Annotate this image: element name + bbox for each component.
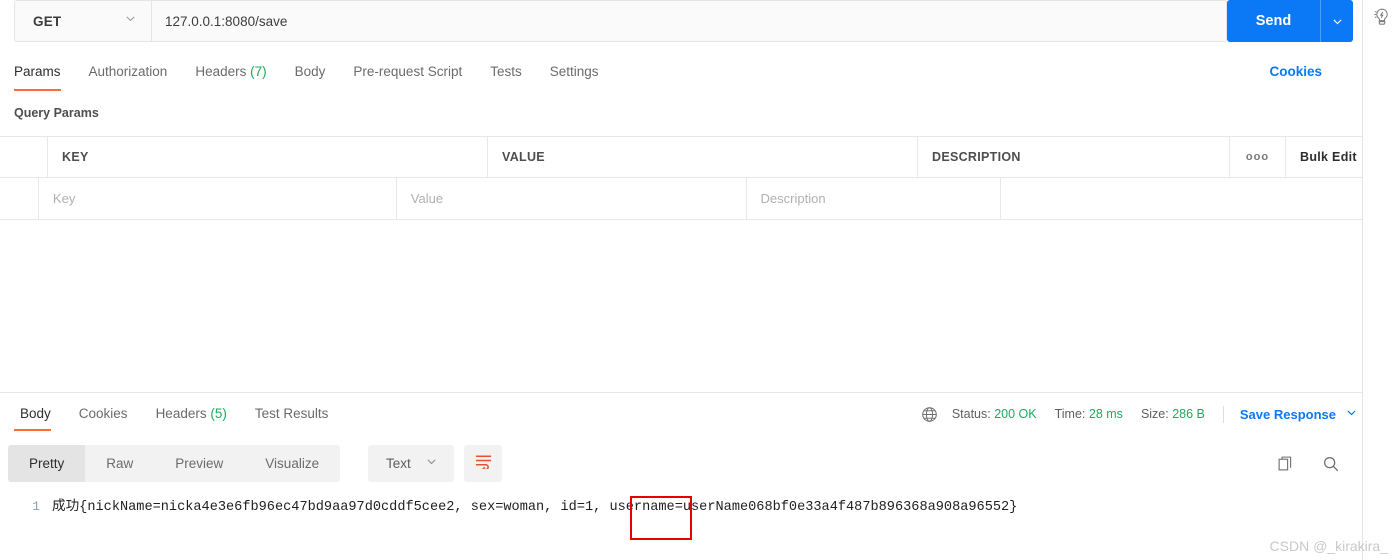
- response-tablist: Body Cookies Headers (5) Test Results: [6, 400, 343, 431]
- time-badge: Time: 28 ms: [1055, 407, 1123, 421]
- query-params-title: Query Params: [14, 106, 99, 120]
- globe-icon: [921, 406, 938, 423]
- right-sidebar-rail: [1362, 0, 1400, 560]
- column-header-value: VALUE: [488, 137, 918, 177]
- send-button-group: Send: [1227, 0, 1353, 42]
- tab-params[interactable]: Params: [14, 56, 75, 91]
- tab-headers[interactable]: Headers (7): [181, 56, 280, 88]
- view-mode-raw[interactable]: Raw: [85, 445, 154, 482]
- code-segment-highlighted: id=1,: [560, 500, 610, 515]
- response-body-tools: [1277, 445, 1340, 482]
- status-label: Status:: [951, 407, 991, 421]
- tab-label: Authorization: [88, 64, 168, 79]
- tab-label: Body: [294, 64, 326, 79]
- url-bar: GET 127.0.0.1:8080/save Send: [14, 0, 1353, 42]
- tab-tests[interactable]: Tests: [476, 56, 536, 88]
- meta-divider: [1222, 405, 1224, 423]
- tab-label: Headers: [155, 406, 207, 421]
- send-options-button[interactable]: [1320, 0, 1353, 42]
- tab-body[interactable]: Body: [281, 56, 340, 88]
- size-badge: Size: 286 B: [1141, 407, 1205, 421]
- column-header-key: KEY: [48, 137, 488, 177]
- time-value: 28 ms: [1088, 407, 1123, 421]
- tab-settings[interactable]: Settings: [536, 56, 613, 88]
- size-value: 286 B: [1172, 407, 1205, 421]
- watermark: CSDN @_kirakira_: [1269, 538, 1388, 554]
- size-label: Size:: [1140, 407, 1169, 421]
- table-header-row: KEY VALUE DESCRIPTION ooo Bulk Edit: [0, 137, 1362, 178]
- row-checkbox-cell[interactable]: [0, 178, 39, 219]
- tab-label: Settings: [549, 64, 599, 79]
- response-tab-headers[interactable]: Headers (5): [142, 400, 241, 428]
- response-meta: Status: 200 OK Time: 28 ms Size: 286 B S…: [921, 402, 1358, 426]
- chevron-down-icon: [124, 12, 137, 30]
- description-input[interactable]: Description: [747, 178, 1002, 219]
- response-body-toolbar: Pretty Raw Preview Visualize Text: [0, 445, 1362, 483]
- request-tablist: Params Authorization Headers (7) Body Pr…: [14, 56, 613, 91]
- bulk-edit-label: Bulk Edit: [1300, 150, 1357, 164]
- tab-label: Cookies: [78, 406, 128, 421]
- more-options-button[interactable]: ooo: [1230, 137, 1286, 177]
- tab-pre-request-script[interactable]: Pre-request Script: [339, 56, 476, 88]
- response-tab-test-results[interactable]: Test Results: [241, 400, 343, 428]
- lightbulb-icon[interactable]: [1371, 6, 1393, 28]
- tab-count: (5): [210, 406, 227, 421]
- save-response-button[interactable]: Save Response: [1240, 406, 1358, 422]
- view-mode-pretty[interactable]: Pretty: [8, 445, 86, 482]
- column-header-description: DESCRIPTION: [918, 137, 1230, 177]
- select-all-cell[interactable]: [0, 137, 48, 177]
- url-text: 127.0.0.1:8080/save: [165, 13, 288, 29]
- tab-count: (7): [250, 64, 267, 79]
- response-tab-body[interactable]: Body: [6, 400, 65, 431]
- row-trailing-cell: [1001, 178, 1362, 219]
- query-params-table: KEY VALUE DESCRIPTION ooo Bulk Edit Key …: [0, 136, 1362, 220]
- line-number: 1: [32, 499, 40, 514]
- http-method-label: GET: [33, 13, 62, 29]
- tab-label: Tests: [490, 64, 522, 79]
- cookies-link[interactable]: Cookies: [1269, 56, 1322, 88]
- view-mode-visualize[interactable]: Visualize: [244, 445, 340, 482]
- format-label: Text: [386, 456, 411, 471]
- postman-request-response-pane: GET 127.0.0.1:8080/save Send Params Auth…: [0, 0, 1400, 560]
- word-wrap-button[interactable]: [464, 445, 502, 482]
- response-section-divider: [0, 392, 1362, 393]
- value-input[interactable]: Value: [397, 178, 747, 219]
- url-input[interactable]: 127.0.0.1:8080/save: [151, 0, 1227, 42]
- http-method-select[interactable]: GET: [14, 0, 151, 42]
- time-label: Time:: [1054, 407, 1086, 421]
- chevron-down-icon: [425, 455, 438, 473]
- bulk-edit-button[interactable]: Bulk Edit: [1286, 137, 1362, 177]
- table-row: Key Value Description: [0, 178, 1362, 219]
- tab-label: Body: [20, 406, 51, 421]
- tab-label: Test Results: [254, 406, 329, 421]
- status-badge: Status: 200 OK: [952, 407, 1037, 421]
- format-select[interactable]: Text: [368, 445, 454, 482]
- tab-authorization[interactable]: Authorization: [75, 56, 182, 88]
- copy-icon[interactable]: [1277, 455, 1294, 472]
- code-line: 1 成功{nickName=nicka4e3e6fb96ec47bd9aa97d…: [0, 494, 1362, 520]
- request-tabs: Params Authorization Headers (7) Body Pr…: [0, 56, 1362, 94]
- save-response-label: Save Response: [1239, 406, 1336, 422]
- tab-label: Params: [14, 64, 61, 79]
- ellipsis-icon: ooo: [1245, 151, 1270, 163]
- tab-label: Pre-request Script: [353, 64, 463, 79]
- response-tab-cookies[interactable]: Cookies: [65, 400, 142, 428]
- status-value: 200 OK: [994, 407, 1037, 421]
- code-segment-before: 成功{nickName=nicka4e3e6fb96ec47bd9aa97d0c…: [52, 500, 561, 515]
- word-wrap-icon: [474, 453, 493, 474]
- key-input[interactable]: Key: [39, 178, 397, 219]
- view-mode-preview[interactable]: Preview: [154, 445, 244, 482]
- chevron-down-icon: [1345, 406, 1358, 422]
- response-body-code[interactable]: 1 成功{nickName=nicka4e3e6fb96ec47bd9aa97d…: [0, 494, 1362, 560]
- tab-label: Headers: [195, 64, 247, 79]
- search-icon[interactable]: [1322, 455, 1340, 473]
- code-segment-after: username=userName068bf0e33a4f487b896368a…: [609, 500, 1018, 515]
- view-mode-segmented-control: Pretty Raw Preview Visualize: [8, 445, 341, 482]
- send-button[interactable]: Send: [1227, 0, 1320, 42]
